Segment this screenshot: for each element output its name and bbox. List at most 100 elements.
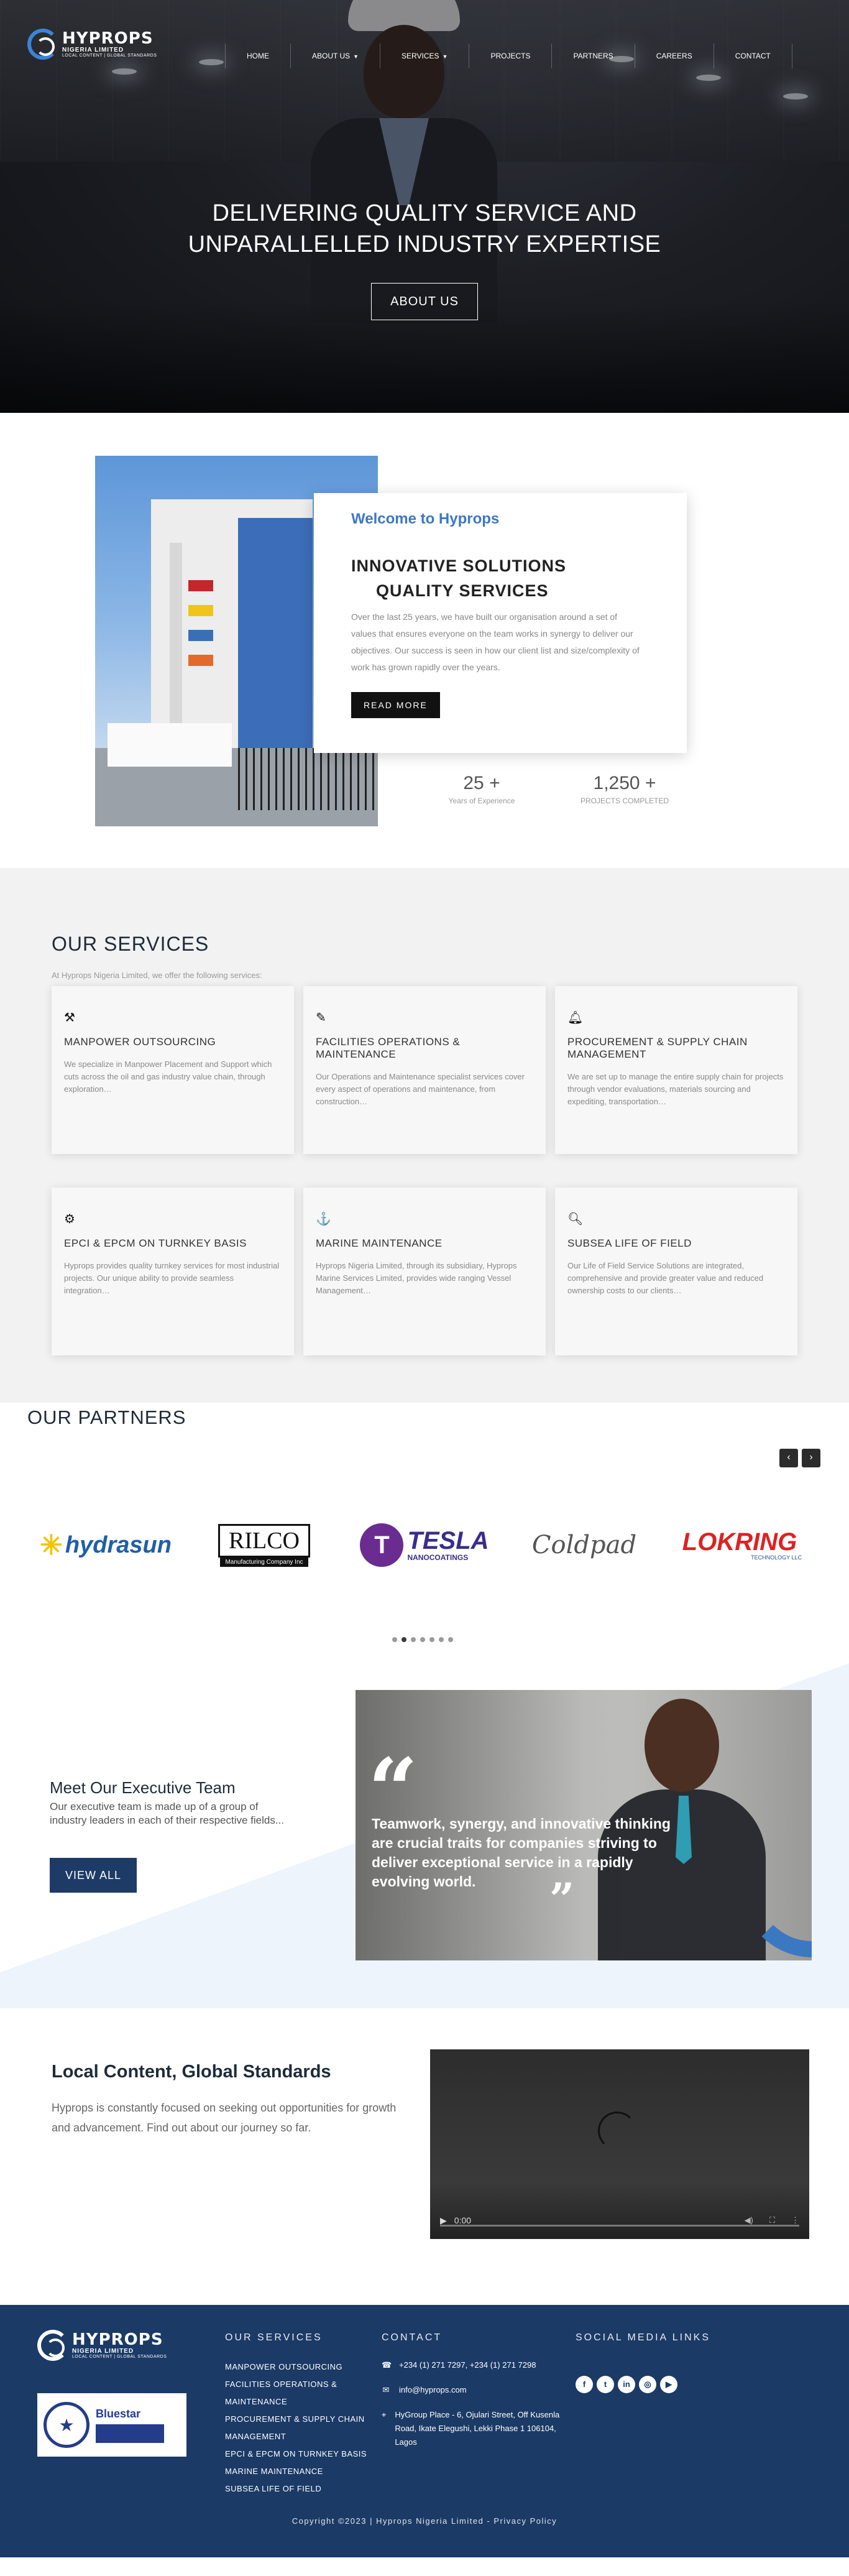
partner-logo-coldpad[interactable]: Coldpad — [531, 1517, 637, 1573]
about-kicker: Welcome to Hyprops — [351, 510, 500, 527]
service-card-epci[interactable]: ⚙ EPCI & EPCM ON TURNKEY BASIS Hyprops p… — [52, 1188, 294, 1355]
partner-logo-hydrasun[interactable]: ✳ hydrasun — [31, 1517, 180, 1573]
fullscreen-icon[interactable]: ⛶ — [769, 2215, 775, 2225]
partner-logo-rilco[interactable]: RILCO Manufacturing Company Inc — [211, 1517, 317, 1573]
logo-name: HYPROPS — [72, 2330, 163, 2349]
gear-icon: ⚙ — [64, 1212, 75, 1226]
main-nav: HOME ABOUT US ▼ SERVICES ▼ PROJECTS PARTNE… — [225, 44, 792, 68]
service-name: FACILITIES OPERATIONS & MAINTENANCE — [316, 1036, 461, 1060]
services-intro: At Hyprops Nigeria Limited, we offer the… — [52, 971, 262, 980]
service-card-marine[interactable]: ⚓ MARINE MAINTENANCE Hyprops Nigeria Lim… — [303, 1188, 546, 1355]
service-card-subsea[interactable]: 🔍︎ SUBSEA LIFE OF FIELD Our Life of Fiel… — [555, 1188, 797, 1355]
video-progress-bar[interactable] — [440, 2225, 799, 2227]
footer-services-list: MANPOWER OUTSOURCING FACILITIES OPERATIO… — [225, 2358, 374, 2498]
partner-sub: TECHNOLOGY LLC — [751, 1554, 802, 1561]
service-desc: Our Operations and Maintenance specialis… — [316, 1072, 525, 1106]
nav-label: PROJECTS — [490, 52, 531, 60]
volume-icon[interactable]: ◀) — [745, 2215, 753, 2225]
footer-service-link[interactable]: FACILITIES OPERATIONS & MAINTENANCE — [225, 2376, 374, 2411]
twitter-icon[interactable]: t — [597, 2376, 614, 2393]
logo-name: HYPROPS — [62, 29, 154, 48]
service-name: EPCI & EPCM ON TURNKEY BASIS — [64, 1237, 247, 1249]
partner-name: TESLA — [407, 1527, 489, 1554]
carousel-dot[interactable] — [392, 1637, 397, 1642]
executive-quote: Teamwork, synergy, and innovative thinki… — [372, 1816, 671, 1890]
carousel-dot[interactable] — [429, 1637, 434, 1642]
partner-name: LOKRING — [682, 1528, 797, 1556]
carousel-dots — [392, 1637, 453, 1642]
video-player[interactable]: ▶ 0:00 ◀) ⛶ ⋮ — [430, 2049, 809, 2239]
service-card-manpower[interactable]: ⚒ MANPOWER OUTSOURCING We specialize in … — [52, 986, 294, 1154]
nav-label: PARTNERS — [573, 52, 613, 60]
logo-swirl-icon — [27, 29, 58, 60]
nav-home[interactable]: HOME — [225, 44, 291, 68]
nav-label: CAREERS — [656, 52, 692, 60]
stat-label: Years of Experience — [448, 796, 515, 805]
nav-contact[interactable]: CONTACT — [714, 44, 792, 68]
carousel-prev-button[interactable]: ‹ — [779, 1449, 798, 1467]
footer-service-link[interactable]: MARINE MAINTENANCE — [225, 2463, 374, 2480]
caret-down-icon: ▼ — [442, 53, 448, 60]
more-options-icon[interactable]: ⋮ — [791, 2215, 799, 2225]
video-controls: ▶ 0:00 ◀) ⛶ ⋮ — [430, 2202, 809, 2239]
carousel-dot-active[interactable] — [402, 1637, 406, 1642]
local-content-title: Local Content, Global Standards — [52, 2062, 331, 2082]
carousel-next-button[interactable]: › — [802, 1449, 820, 1467]
service-name: MANPOWER OUTSOURCING — [64, 1036, 216, 1048]
about-heading-line1: INNOVATIVE SOLUTIONS — [351, 556, 567, 575]
social-links: f t in ◎ ▶ — [576, 2376, 677, 2393]
video-time: 0:00 — [454, 2215, 472, 2225]
contact-email[interactable]: info@hyprops.com — [399, 2383, 467, 2397]
nav-about-us[interactable]: ABOUT US ▼ — [291, 44, 381, 68]
view-all-button[interactable]: VIEW ALL — [50, 1858, 137, 1893]
partner-sub: NANOCOATINGS — [407, 1553, 469, 1562]
partner-name: hydrasun — [65, 1531, 172, 1558]
service-desc: Hyprops provides quality turnkey service… — [64, 1261, 280, 1295]
nav-projects[interactable]: PROJECTS — [469, 44, 553, 68]
stat-years: 25 + Years of Experience — [441, 773, 522, 805]
service-card-facilities[interactable]: ✎ FACILITIES OPERATIONS & MAINTENANCE Ou… — [303, 986, 546, 1154]
play-icon[interactable]: ▶ — [440, 2215, 447, 2226]
footer-service-link[interactable]: EPCI & EPCM ON TURNKEY BASIS — [225, 2445, 374, 2463]
search-icon: 🔍︎ — [567, 1212, 584, 1226]
carousel-dot[interactable] — [439, 1637, 444, 1642]
footer-contact: ☎ +234 (1) 271 7297, +234 (1) 271 7298 ✉ i… — [382, 2358, 562, 2460]
loading-spinner-icon — [598, 2112, 636, 2150]
contact-phone[interactable]: +234 (1) 271 7297, +234 (1) 271 7298 — [399, 2358, 536, 2372]
copyright: Copyright ©2023 | Hyprops Nigeria Limite… — [291, 2516, 558, 2526]
nav-partners[interactable]: PARTNERS — [552, 44, 635, 68]
partners-title: OUR PARTNERS — [27, 1406, 186, 1428]
youtube-icon[interactable]: ▶ — [660, 2376, 677, 2393]
nav-careers[interactable]: CAREERS — [635, 44, 714, 68]
partner-name: Coldpad — [531, 1531, 637, 1559]
footer-service-link[interactable]: MANPOWER OUTSOURCING — [225, 2358, 374, 2376]
service-name: PROCUREMENT & SUPPLY CHAIN MANAGEMENT — [567, 1036, 748, 1060]
linkedin-icon[interactable]: in — [618, 2376, 635, 2393]
stat-projects: 1,250 + PROJECTS COMPLETED — [572, 773, 677, 805]
email-icon: ✉ — [382, 2385, 390, 2394]
nav-services[interactable]: SERVICES ▼ — [380, 44, 470, 68]
partner-logo-lokring[interactable]: LOKRING TECHNOLOGY LLC — [677, 1517, 802, 1573]
services-title: OUR SERVICES — [52, 933, 209, 955]
service-desc: Our Life of Field Service Solutions are … — [567, 1261, 764, 1295]
page-bottom — [0, 2557, 849, 2576]
anchor-icon: ⚓ — [316, 1212, 331, 1226]
partner-logo-tesla[interactable]: T TESLA NANOCOATINGS — [353, 1517, 496, 1573]
logo-line2: LOCAL CONTENT | GLOBAL STANDARDS — [72, 2355, 167, 2359]
site-logo[interactable]: HYPROPS NIGERIA LIMITED LOCAL CONTENT | … — [27, 29, 157, 60]
service-name: SUBSEA LIFE OF FIELD — [567, 1237, 692, 1249]
logo-swirl-icon — [37, 2330, 68, 2361]
carousel-dot[interactable] — [411, 1637, 416, 1642]
footer-logo[interactable]: HYPROPS NIGERIA LIMITED LOCAL CONTENT | … — [37, 2330, 167, 2361]
about-heading-line2: QUALITY SERVICES — [376, 581, 549, 600]
facebook-icon[interactable]: f — [576, 2376, 593, 2393]
footer-service-link[interactable]: SUBSEA LIFE OF FIELD — [225, 2480, 374, 2498]
carousel-dot[interactable] — [420, 1637, 425, 1642]
about-us-button[interactable]: ABOUT US — [371, 283, 478, 320]
read-more-button[interactable]: READ MORE — [351, 692, 440, 718]
instagram-icon[interactable]: ◎ — [639, 2376, 656, 2393]
service-name: MARINE MAINTENANCE — [316, 1237, 443, 1249]
carousel-dot[interactable] — [448, 1637, 453, 1642]
footer-service-link[interactable]: PROCUREMENT & SUPPLY CHAIN MANAGEMENT — [225, 2411, 374, 2445]
service-card-procurement[interactable]: 🔔︎ PROCUREMENT & SUPPLY CHAIN MANAGEMENT… — [555, 986, 797, 1154]
